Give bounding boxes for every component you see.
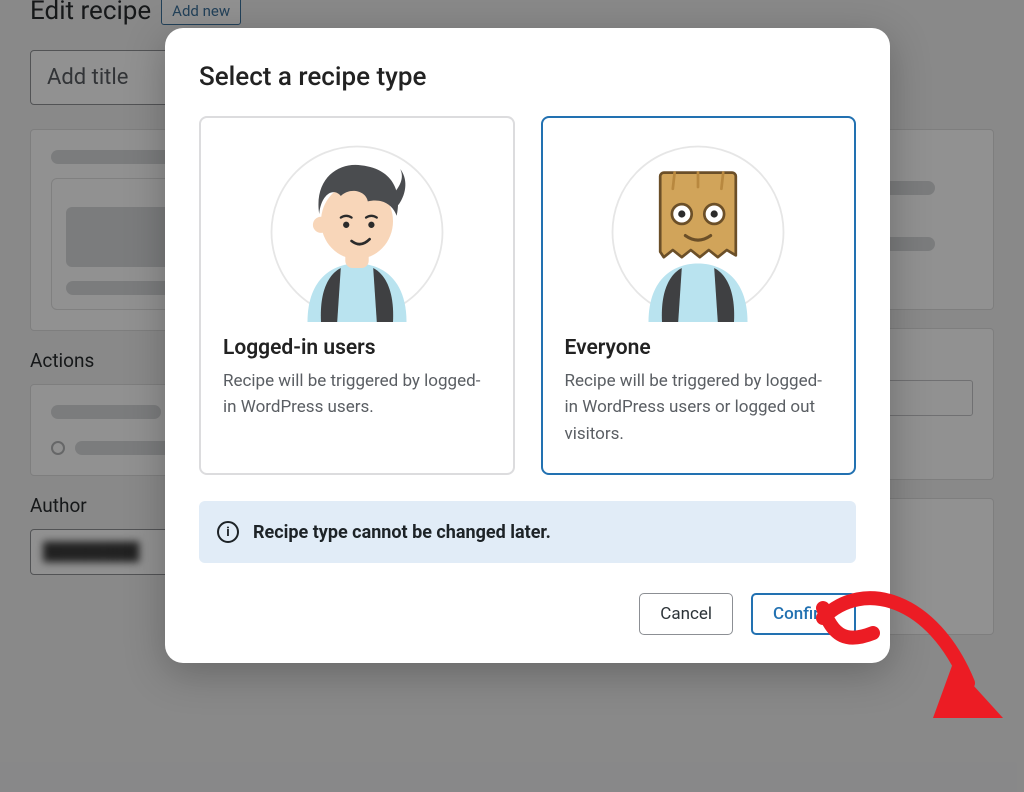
option-title: Everyone	[565, 336, 833, 360]
logged-in-user-icon	[267, 142, 447, 322]
recipe-type-option-logged-in[interactable]: Logged-in users Recipe will be triggered…	[199, 116, 515, 475]
recipe-type-modal: Select a recipe type	[165, 28, 890, 663]
anonymous-user-icon	[608, 142, 788, 322]
confirm-button[interactable]: Confirm	[751, 593, 856, 635]
option-title: Logged-in users	[223, 336, 491, 360]
recipe-type-option-everyone[interactable]: Everyone Recipe will be triggered by log…	[541, 116, 857, 475]
recipe-type-warning: i Recipe type cannot be changed later.	[199, 501, 856, 563]
info-icon: i	[217, 521, 239, 543]
option-desc: Recipe will be triggered by logged-in Wo…	[565, 368, 833, 447]
modal-title: Select a recipe type	[199, 62, 856, 92]
cancel-button[interactable]: Cancel	[639, 593, 733, 635]
option-desc: Recipe will be triggered by logged-in Wo…	[223, 368, 491, 421]
